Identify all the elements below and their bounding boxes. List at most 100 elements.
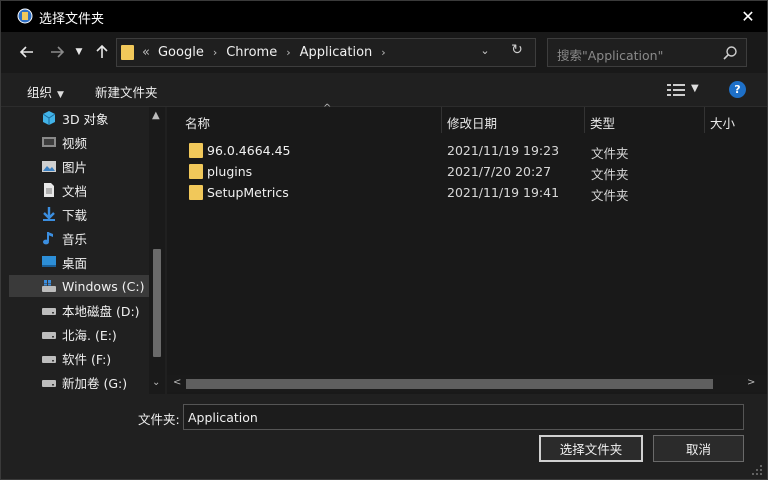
command-bar: 组织 ▼ 新建文件夹 ▼ ?: [1, 73, 767, 107]
scroll-down-icon[interactable]: ⌄: [152, 377, 160, 388]
refresh-button[interactable]: ↻: [507, 42, 527, 62]
column-header-name[interactable]: ^ 名称: [185, 103, 441, 133]
scrollbar-thumb[interactable]: [186, 379, 713, 389]
search-icon[interactable]: [722, 45, 738, 61]
sidebar-item-local-disk-d[interactable]: 本地磁盘 (D:): [9, 299, 149, 321]
column-header-date[interactable]: 修改日期: [447, 107, 583, 133]
sidebar-scrollbar[interactable]: ▲ ⌄: [149, 107, 165, 394]
chevron-right-icon[interactable]: ›: [213, 46, 217, 59]
sidebar-item-software-f[interactable]: 软件 (F:): [9, 347, 149, 369]
folder-icon: [121, 45, 134, 60]
title-bar: 选择文件夹 ✕: [1, 1, 767, 32]
breadcrumb-google[interactable]: Google: [158, 45, 204, 60]
resize-grip-icon[interactable]: [749, 462, 763, 476]
file-name: 96.0.4664.45: [207, 143, 291, 158]
organize-menu[interactable]: 组织 ▼: [27, 82, 64, 101]
caret-down-icon: ▼: [57, 90, 64, 100]
sidebar-item-label: 文档: [62, 183, 88, 199]
new-folder-button[interactable]: 新建文件夹: [95, 82, 158, 101]
dialog-footer: 文件夹: 选择文件夹 取消: [1, 394, 767, 479]
file-type: 文件夹: [591, 188, 629, 203]
3d-objects-icon: [42, 111, 56, 125]
drive-icon: [42, 332, 56, 339]
chevron-right-icon[interactable]: ›: [286, 46, 290, 59]
help-icon[interactable]: ?: [729, 81, 746, 98]
search-placeholder: 搜索"Application": [557, 48, 664, 63]
drive-icon: [42, 356, 56, 363]
sidebar-item-documents[interactable]: 文档: [9, 179, 149, 201]
app-icon: [17, 8, 33, 24]
sidebar-item-videos[interactable]: 视频: [9, 131, 149, 153]
folder-icon: [189, 143, 203, 158]
scroll-left-icon[interactable]: <: [173, 377, 181, 388]
folder-name-label: 文件夹:: [138, 412, 180, 427]
view-options-icon[interactable]: [667, 83, 685, 97]
file-name: plugins: [207, 164, 253, 179]
horizontal-scrollbar[interactable]: < >: [167, 375, 767, 392]
column-divider[interactable]: [704, 107, 705, 133]
window-title: 选择文件夹: [39, 12, 105, 27]
table-row[interactable]: SetupMetrics 2021/11/19 19:41 文件夹: [167, 182, 707, 203]
organize-label: 组织: [27, 85, 53, 100]
column-header-type[interactable]: 类型: [590, 107, 702, 133]
chevron-down-icon: ▼: [75, 47, 83, 57]
select-folder-button[interactable]: 选择文件夹: [539, 435, 643, 462]
column-divider[interactable]: [441, 107, 442, 133]
downloads-icon: [43, 207, 55, 221]
breadcrumb-application[interactable]: Application: [300, 45, 373, 60]
sidebar-item-label: 视频: [62, 135, 88, 151]
sidebar-item-label: 本地磁盘 (D:): [62, 303, 140, 319]
file-name: SetupMetrics: [207, 185, 289, 200]
view-dropdown-button[interactable]: ▼: [691, 83, 699, 94]
sidebar-item-label: Windows (C:): [62, 278, 145, 294]
videos-icon: [42, 137, 56, 147]
close-icon: ✕: [741, 7, 755, 26]
recent-locations-button[interactable]: ▼: [72, 42, 86, 62]
scroll-right-icon[interactable]: >: [747, 377, 755, 388]
breadcrumb: « Google › Chrome › Application ›: [142, 45, 395, 60]
arrow-left-icon: [19, 46, 33, 58]
navigation-pane: 3D 对象 视频 图片 文档 下载 音乐 桌面 Windows (C:) 本地磁…: [9, 107, 165, 394]
file-date: 2021/11/19 19:23: [447, 143, 560, 158]
close-button[interactable]: ✕: [729, 1, 767, 32]
sidebar-item-music[interactable]: 音乐: [9, 227, 149, 249]
table-row[interactable]: 96.0.4664.45 2021/11/19 19:23 文件夹: [167, 140, 707, 161]
sidebar-item-label: 北海. (E:): [62, 327, 117, 343]
up-button[interactable]: [92, 42, 112, 62]
arrow-up-icon: [96, 44, 108, 58]
breadcrumb-overflow[interactable]: «: [142, 45, 150, 60]
cancel-button[interactable]: 取消: [653, 435, 744, 462]
column-divider[interactable]: [584, 107, 585, 133]
folder-picker-dialog: 选择文件夹 ✕ ▼ « Google › Chrome › Applicatio…: [0, 0, 768, 480]
drive-icon: [42, 308, 56, 315]
folder-name-input[interactable]: [183, 404, 744, 430]
column-label: 名称: [185, 116, 211, 131]
table-row[interactable]: plugins 2021/7/20 20:27 文件夹: [167, 161, 707, 182]
column-label: 修改日期: [447, 116, 498, 131]
new-folder-label: 新建文件夹: [95, 85, 158, 100]
back-button[interactable]: [17, 42, 37, 62]
desktop-icon: [42, 256, 56, 267]
sidebar-item-downloads[interactable]: 下载: [9, 203, 149, 225]
folder-icon: [189, 164, 203, 179]
folder-icon: [189, 185, 203, 200]
address-bar[interactable]: « Google › Chrome › Application › ⌄ ↻: [116, 38, 536, 67]
sidebar-item-label: 音乐: [62, 231, 88, 247]
sidebar-item-new-volume-g[interactable]: 新加卷 (G:): [9, 371, 149, 393]
search-input[interactable]: 搜索"Application": [547, 38, 747, 67]
scrollbar-thumb[interactable]: [153, 249, 161, 357]
address-history-dropdown[interactable]: ⌄: [477, 44, 493, 60]
sidebar-item-label: 桌面: [62, 255, 88, 271]
forward-button[interactable]: [47, 42, 67, 62]
breadcrumb-chrome[interactable]: Chrome: [226, 45, 277, 60]
sidebar-item-desktop[interactable]: 桌面: [9, 251, 149, 273]
scroll-up-icon[interactable]: ▲: [152, 110, 160, 121]
sidebar-item-3d-objects[interactable]: 3D 对象: [9, 107, 149, 129]
sidebar-item-windows-c[interactable]: Windows (C:): [9, 275, 149, 297]
arrow-right-icon: [51, 46, 65, 58]
sidebar-item-pictures[interactable]: 图片: [9, 155, 149, 177]
sidebar-item-drive-e[interactable]: 北海. (E:): [9, 323, 149, 345]
chevron-right-icon[interactable]: ›: [381, 46, 385, 59]
file-type: 文件夹: [591, 146, 629, 161]
column-header-size[interactable]: 大小: [710, 107, 760, 133]
